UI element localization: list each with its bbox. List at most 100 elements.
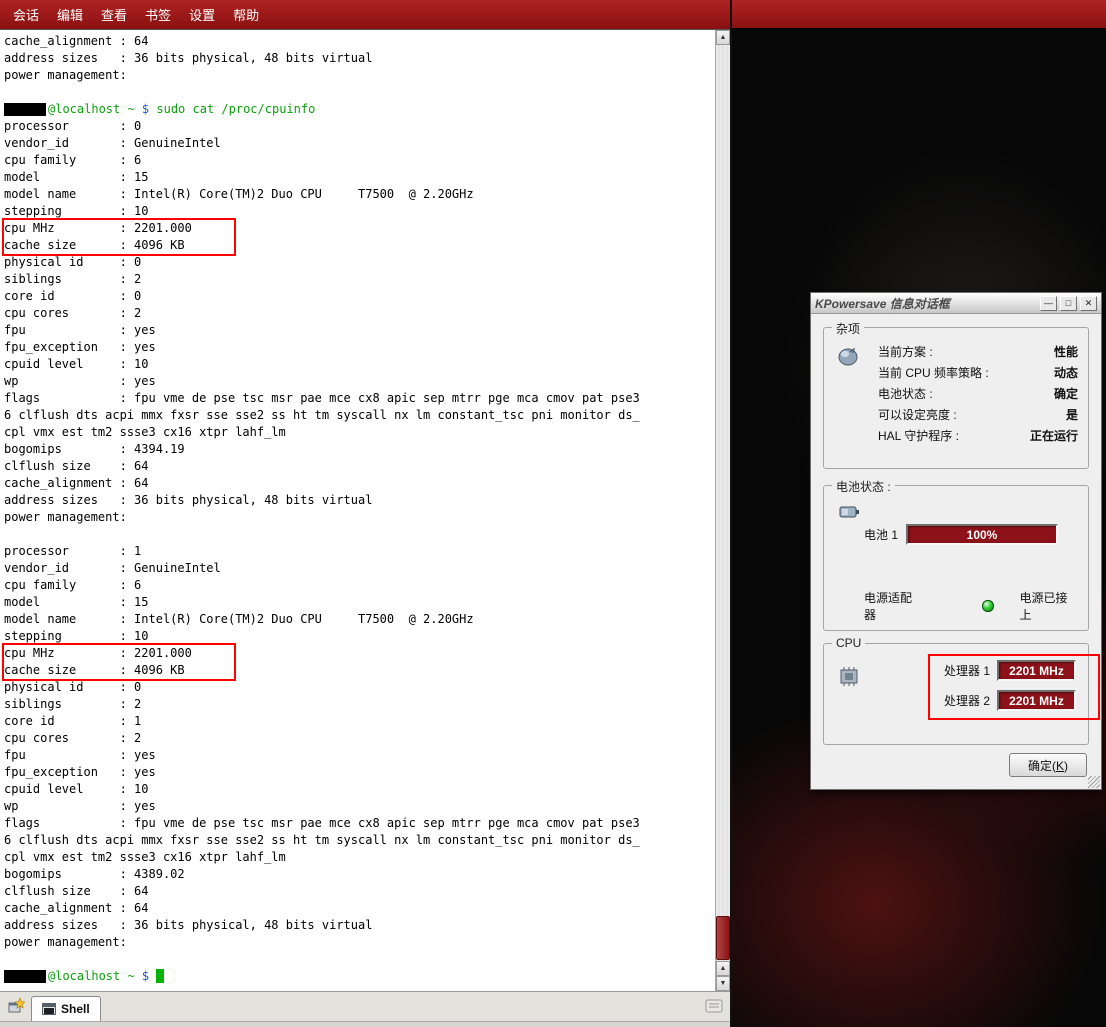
misc-value: 动态 [1054,364,1078,381]
scroll-down-icon[interactable]: ▼ [716,976,730,991]
new-session-star-icon [7,997,25,1015]
scroll-up-icon-bottom[interactable]: ▲ [716,961,730,976]
dialog-title: KPowersave 信息对话框 [815,295,1037,312]
battery-percent: 100% [967,528,998,542]
terminal-line: clflush size : 64 [4,458,715,475]
terminal-line: bogomips : 4394.19 [4,441,715,458]
prompt-symbol: $ [142,969,156,983]
misc-row: 电池状态 : 确定 [878,383,1078,404]
terminal-scrollbar[interactable]: ▲ ▲ ▼ [715,30,730,991]
tab-shell[interactable]: Shell [31,996,101,1021]
menu-item-help[interactable]: 帮助 [224,0,268,29]
terminal-line: fpu : yes [4,322,715,339]
terminal-line: cpuid level : 10 [4,781,715,798]
censored-username [4,103,46,116]
menu-item-edit[interactable]: 编辑 [48,0,92,29]
terminal-line: cpu MHz : 2201.000 [4,645,234,662]
close-icon[interactable]: ✕ [1080,296,1097,311]
terminal-line: cpu family : 6 [4,577,715,594]
window-frame-bottom [0,1021,730,1027]
battery-icon [838,500,862,525]
terminal-line: vendor_id : GenuineIntel [4,560,715,577]
cpu-row: 处理器 2 2201 MHz [944,690,1076,711]
session-list-icon[interactable] [701,993,727,1019]
battery-label: 电池 1 [864,526,898,543]
adapter-label: 电源适配器 [864,589,918,623]
terminal-line: siblings : 2 [4,696,715,713]
menu-item-view[interactable]: 查看 [92,0,136,29]
misc-value: 正在运行 [1030,427,1078,444]
terminal-line: model : 15 [4,169,715,186]
terminal-prompt-line: @localhost ~ $ [4,968,715,985]
desktop-top-band [732,0,1106,29]
ok-label-key: K [1056,759,1064,773]
session-list-glyph [705,998,723,1014]
terminal-line: cpu cores : 2 [4,730,715,747]
terminal-line: vendor_id : GenuineIntel [4,135,715,152]
terminal-line [4,526,715,543]
minimize-icon[interactable]: — [1040,296,1057,311]
terminal-line: power management: [4,934,715,951]
prompt-host: @localhost ~ [48,102,142,116]
terminal-line: address sizes : 36 bits physical, 48 bit… [4,492,715,509]
terminal-line: bogomips : 4389.02 [4,866,715,883]
terminal-line: cpu MHz : 2201.000 [4,220,234,237]
terminal-line: cpl vmx est tm2 ssse3 cx16 xtpr lahf_lm [4,849,715,866]
battery-row: 电池 1 100% [864,524,1074,545]
maximize-icon[interactable]: □ [1060,296,1077,311]
tab-shell-label: Shell [61,1002,90,1016]
terminal-line: cpu family : 6 [4,152,715,169]
misc-row: 可以设定亮度 : 是 [878,404,1078,425]
scrollbar-track[interactable] [716,45,730,961]
kpowersave-icon [836,344,860,371]
terminal-line: processor : 0 [4,118,715,135]
prompt-symbol: $ [142,102,156,116]
terminal-line: flags : fpu vme de pse tsc msr pae mce c… [4,815,715,832]
misc-group: 杂项 当前方案 : 性能 当前 CPU 频率策略 : 动态 电池状态 : 确定 [823,327,1089,469]
cpu-frequency-bar: 2201 MHz [997,690,1076,711]
misc-label: 当前 CPU 频率策略 : [878,364,989,381]
terminal-line: address sizes : 36 bits physical, 48 bit… [4,50,715,67]
terminal-line [4,951,715,968]
cpu-frequency-value: 2201 MHz [1009,664,1064,678]
misc-label: HAL 守护程序 : [878,427,959,444]
menu-bar: 会话 编辑 查看 书签 设置 帮助 [0,0,730,29]
cpu-frequency-bar: 2201 MHz [997,660,1076,681]
adapter-row: 电源适配器 电源已接上 [864,589,1074,623]
ok-button[interactable]: 确定(K) [1009,753,1087,777]
tab-bar: Shell [0,991,730,1021]
ac-adapter-led-icon [982,600,993,612]
terminal-line: processor : 1 [4,543,715,560]
terminal-line: flags : fpu vme de pse tsc msr pae mce c… [4,390,715,407]
terminal-line [4,84,715,101]
cpuinfo-highlight-annotation: cpu MHz : 2201.000cache size : 4096 KB [4,645,234,679]
misc-group-title: 杂项 [832,320,864,337]
menu-item-bookmarks[interactable]: 书签 [136,0,180,29]
dialog-resize-grip[interactable] [1088,776,1100,788]
misc-value: 性能 [1054,343,1078,360]
misc-row: 当前方案 : 性能 [878,341,1078,362]
dialog-titlebar[interactable]: KPowersave 信息对话框 — □ ✕ [811,293,1101,314]
cpuinfo-highlight-annotation: cpu MHz : 2201.000cache size : 4096 KB [4,220,234,254]
misc-label: 当前方案 : [878,343,933,360]
terminal-line: wp : yes [4,373,715,390]
processor-label: 处理器 2 [944,692,990,709]
kpowersave-dialog: KPowersave 信息对话框 — □ ✕ 杂项 当前方案 : 性能 当前 C… [810,292,1102,790]
prompt-host: @localhost ~ [48,969,142,983]
terminal-line: model : 15 [4,594,715,611]
terminal-line: cache_alignment : 64 [4,475,715,492]
scroll-up-icon[interactable]: ▲ [716,30,730,45]
misc-label: 可以设定亮度 : [878,406,957,423]
battery-progressbar: 100% [906,524,1058,545]
terminal-icon [42,1003,56,1015]
new-session-icon[interactable] [3,993,29,1019]
terminal-line: model name : Intel(R) Core(TM)2 Duo CPU … [4,611,715,628]
terminal-output[interactable]: cache_alignment : 64address sizes : 36 b… [0,30,715,991]
misc-row: 当前 CPU 频率策略 : 动态 [878,362,1078,383]
terminal-line: stepping : 10 [4,628,715,645]
ok-label-post: ) [1064,759,1068,773]
misc-row: HAL 守护程序 : 正在运行 [878,425,1078,446]
menu-item-settings[interactable]: 设置 [180,0,224,29]
menu-item-session[interactable]: 会话 [4,0,48,29]
scrollbar-thumb[interactable] [716,916,730,960]
